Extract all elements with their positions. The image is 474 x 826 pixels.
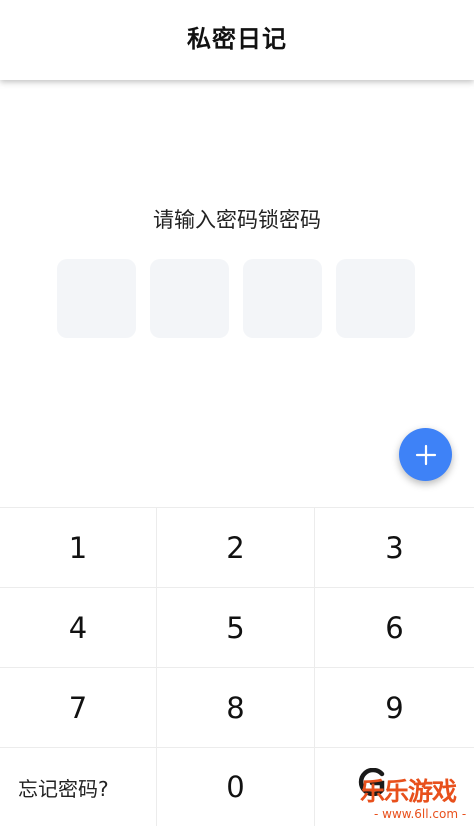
pin-box-1[interactable] bbox=[57, 259, 136, 338]
key-4[interactable]: 4 bbox=[0, 588, 157, 668]
key-1[interactable]: 1 bbox=[0, 508, 157, 588]
key-8[interactable]: 8 bbox=[157, 668, 315, 748]
pin-box-4[interactable] bbox=[336, 259, 415, 338]
key-3[interactable]: 3 bbox=[315, 508, 474, 588]
key-2[interactable]: 2 bbox=[157, 508, 315, 588]
pin-box-2[interactable] bbox=[150, 259, 229, 338]
add-button[interactable] bbox=[399, 428, 452, 481]
key-7[interactable]: 7 bbox=[0, 668, 157, 748]
pin-box-3[interactable] bbox=[243, 259, 322, 338]
key-6[interactable]: 6 bbox=[315, 588, 474, 668]
page-title: 私密日记 bbox=[187, 24, 287, 53]
password-prompt: 请输入密码锁密码 bbox=[153, 208, 321, 232]
plus-icon bbox=[415, 444, 436, 465]
key-0[interactable]: 0 bbox=[157, 748, 315, 826]
app-header: 私密日记 bbox=[0, 0, 474, 80]
site-watermark: 乐乐游戏 - www.6ll.com - bbox=[352, 768, 474, 825]
pin-input-group[interactable] bbox=[57, 259, 415, 338]
forgot-password-button[interactable]: 忘记密码? bbox=[0, 748, 157, 826]
key-5[interactable]: 5 bbox=[157, 588, 315, 668]
key-9[interactable]: 9 bbox=[315, 668, 474, 748]
watermark-brand: 乐乐游戏 bbox=[360, 777, 457, 806]
watermark-url: - www.6ll.com - bbox=[374, 807, 467, 821]
